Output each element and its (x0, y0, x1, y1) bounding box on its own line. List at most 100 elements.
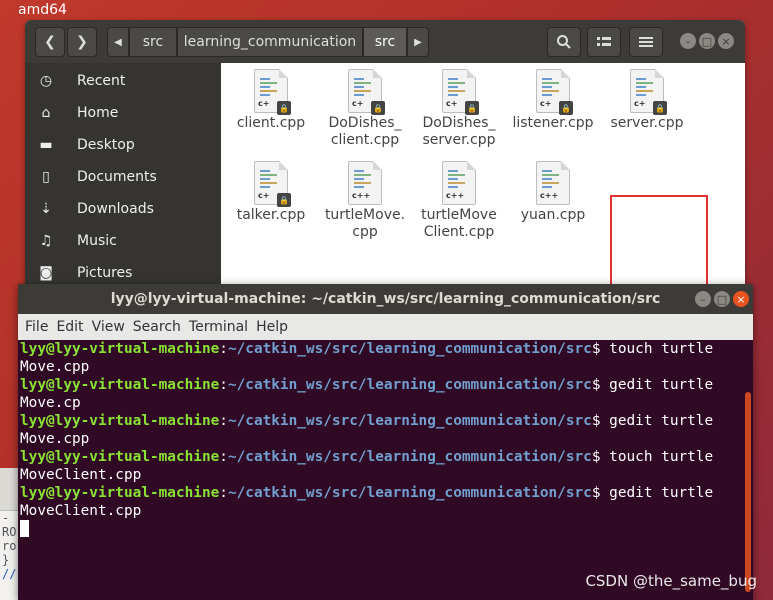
file-name: cpp (352, 224, 378, 240)
breadcrumb-item-learning-communication[interactable]: learning_communication (177, 27, 363, 57)
terminal-scrollbar[interactable] (745, 392, 751, 592)
cpp-file-icon: c+ 🔒 (254, 161, 291, 207)
sidebar-item-label: Music (77, 233, 117, 249)
places-sidebar: ◷ Recent ⌂ Home ▬ Desktop ▯ Documents ⇣ … (25, 63, 221, 295)
terminal-window: lyy@lyy-virtual-machine: ~/catkin_ws/src… (18, 284, 753, 600)
cpp-file-icon: c++ (442, 161, 476, 205)
terminal-line: lyy@lyy-virtual-machine:~/catkin_ws/src/… (20, 341, 714, 357)
cpp-file-icon: c++ (348, 161, 382, 205)
terminal-line: MoveClient.cpp (20, 467, 142, 483)
terminal-line: MoveClient.cpp (20, 503, 142, 519)
close-icon: × (721, 34, 731, 48)
sidebar-item-label: Home (77, 105, 119, 121)
terminal-line: lyy@lyy-virtual-machine:~/catkin_ws/src/… (20, 413, 714, 429)
lock-icon: 🔒 (653, 101, 667, 115)
breadcrumb-item-src[interactable]: src (129, 27, 177, 57)
chevron-right-icon: ❯ (76, 34, 88, 50)
cpp-file-icon: c+ 🔒 (630, 69, 667, 115)
terminal-minimize-button[interactable]: – (695, 291, 711, 307)
breadcrumb-item-current-src[interactable]: src (363, 27, 407, 57)
file-item[interactable]: c+ 🔒 DoDishes_ server.cpp (411, 63, 507, 149)
clock-icon: ◷ (39, 73, 53, 89)
file-manager-window: ❮ ❯ ◀ src learning_communication src ▶ –… (25, 20, 745, 295)
file-name: listener.cpp (512, 115, 594, 131)
terminal-line: Move.cp (20, 395, 81, 411)
lock-icon: 🔒 (277, 193, 291, 207)
menu-button[interactable] (629, 27, 663, 57)
forward-button[interactable]: ❯ (67, 27, 97, 57)
file-item[interactable]: c+ 🔒 DoDishes_ client.cpp (317, 63, 413, 149)
download-icon: ⇣ (40, 201, 52, 217)
file-item[interactable]: c+ 🔒 talker.cpp (223, 155, 319, 224)
file-name: server.cpp (422, 132, 496, 148)
terminal-menubar: File Edit View Search Terminal Help (18, 314, 753, 340)
lock-icon: 🔒 (465, 101, 479, 115)
terminal-cursor-line (20, 520, 742, 538)
folder-icon: ▬ (39, 137, 53, 153)
breadcrumb-right-arrow[interactable]: ▶ (407, 27, 429, 57)
terminal-line: lyy@lyy-virtual-machine:~/catkin_ws/src/… (20, 485, 714, 501)
sidebar-item-label: Pictures (77, 265, 133, 281)
maximize-icon: □ (716, 292, 728, 306)
menu-edit[interactable]: Edit (56, 319, 83, 335)
terminal-title: lyy@lyy-virtual-machine: ~/catkin_ws/src… (18, 284, 753, 314)
file-name: DoDishes_ (328, 115, 402, 131)
file-item[interactable]: c++ yuan.cpp (505, 155, 601, 224)
minimize-button[interactable]: – (680, 33, 696, 49)
search-button[interactable] (547, 27, 581, 57)
document-icon: ▯ (42, 169, 50, 185)
file-name: talker.cpp (236, 207, 306, 223)
terminal-maximize-button[interactable]: □ (714, 291, 730, 307)
terminal-line: lyy@lyy-virtual-machine:~/catkin_ws/src/… (20, 449, 714, 465)
file-item[interactable]: c++ turtleMove Client.cpp (411, 155, 507, 241)
cpp-file-icon: c+ 🔒 (442, 69, 479, 115)
lock-icon: 🔒 (277, 101, 291, 115)
file-item[interactable]: c+ 🔒 server.cpp (599, 63, 695, 132)
back-button[interactable]: ❮ (35, 27, 65, 57)
cursor (20, 520, 29, 537)
cpp-file-icon: c+ 🔒 (536, 69, 573, 115)
chevron-left-icon: ❮ (44, 34, 56, 50)
file-item[interactable]: c++ turtleMove. cpp (317, 155, 413, 241)
file-name: Client.cpp (423, 224, 495, 240)
menu-search[interactable]: Search (133, 319, 181, 335)
search-icon (557, 35, 571, 49)
home-icon: ⌂ (41, 105, 51, 121)
menu-terminal[interactable]: Terminal (189, 319, 248, 335)
hamburger-icon (639, 37, 653, 47)
file-item[interactable]: c+ 🔒 listener.cpp (505, 63, 601, 132)
sidebar-item-recent[interactable]: ◷ Recent (25, 66, 221, 96)
view-toggle-button[interactable] (587, 27, 621, 57)
watermark: CSDN @the_same_bug (585, 572, 757, 590)
terminal-line: Move.cpp (20, 359, 90, 375)
menu-help[interactable]: Help (256, 319, 288, 335)
camera-icon: ◙ (39, 265, 53, 281)
sidebar-item-desktop[interactable]: ▬ Desktop (25, 130, 221, 160)
file-name: yuan.cpp (520, 207, 586, 223)
desktop-label: amd64 (18, 2, 67, 18)
file-manager-header: ❮ ❯ ◀ src learning_communication src ▶ –… (25, 20, 745, 63)
sidebar-item-downloads[interactable]: ⇣ Downloads (25, 194, 221, 224)
minimize-icon: – (685, 34, 691, 48)
file-name: client.cpp (330, 132, 400, 148)
close-button[interactable]: × (718, 33, 734, 49)
file-name: DoDishes_ (422, 115, 496, 131)
sidebar-item-home[interactable]: ⌂ Home (25, 98, 221, 128)
caret-right-icon: ▶ (414, 36, 422, 48)
maximize-icon: □ (701, 34, 713, 48)
selection-highlight (610, 195, 708, 295)
terminal-output[interactable]: lyy@lyy-virtual-machine:~/catkin_ws/src/… (20, 340, 742, 600)
file-name: turtleMove. (324, 207, 406, 223)
file-grid: c+ 🔒 client.cpp c+ 🔒 DoDishes_ client.cpp c+ 🔒 Do… (221, 63, 745, 295)
terminal-close-button[interactable]: × (733, 291, 749, 307)
menu-file[interactable]: File (25, 319, 48, 335)
file-name: client.cpp (236, 115, 306, 131)
breadcrumb-left-arrow[interactable]: ◀ (107, 27, 129, 57)
caret-left-icon: ◀ (114, 36, 122, 48)
file-item[interactable]: c+ 🔒 client.cpp (223, 63, 319, 132)
sidebar-item-documents[interactable]: ▯ Documents (25, 162, 221, 192)
maximize-button[interactable]: □ (699, 33, 715, 49)
menu-view[interactable]: View (92, 319, 125, 335)
sidebar-item-music[interactable]: ♫ Music (25, 226, 221, 256)
music-icon: ♫ (39, 233, 53, 249)
